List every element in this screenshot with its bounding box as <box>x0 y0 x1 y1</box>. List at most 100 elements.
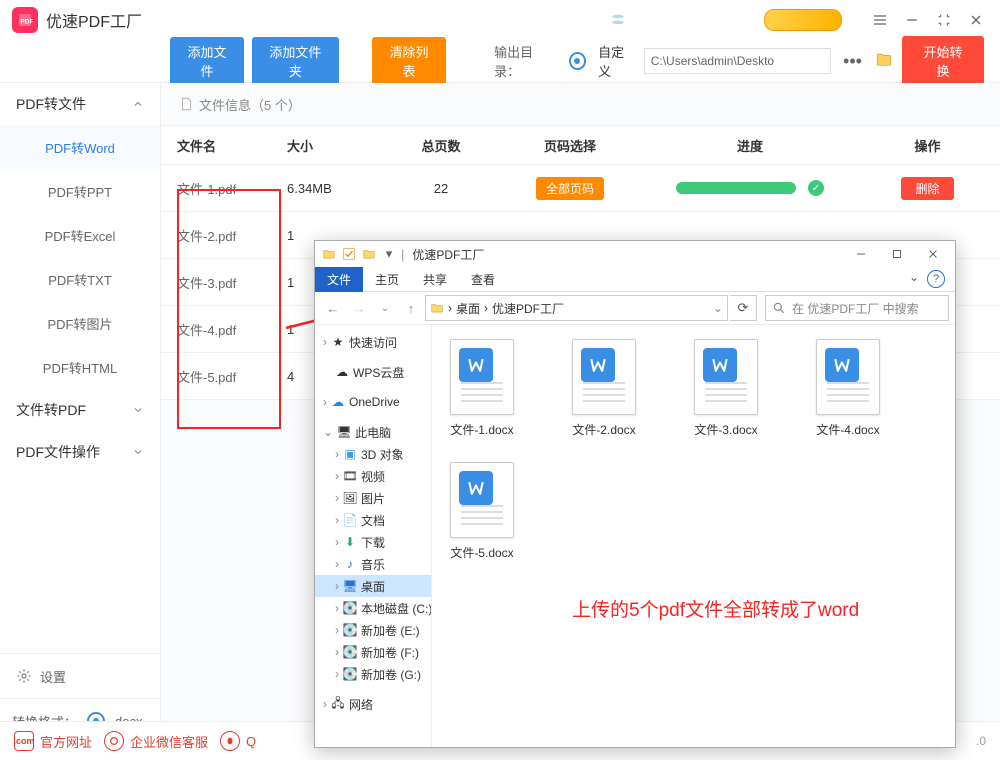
tree-music[interactable]: ›♪音乐 <box>315 553 431 575</box>
col-op: 操作 <box>855 136 1000 155</box>
video-icon: 🎞 <box>343 469 357 483</box>
tree-this-pc[interactable]: ⌄🖥此电脑 <box>315 421 431 443</box>
tab-file[interactable]: 文件 <box>315 267 363 292</box>
explorer-ribbon-tabs: 文件 主页 共享 查看 ⌄ ? <box>315 267 955 292</box>
progress-bar <box>676 182 796 194</box>
word-icon <box>450 462 514 538</box>
tab-share[interactable]: 共享 <box>411 267 459 292</box>
drive-icon: 💽 <box>343 623 357 637</box>
file-item[interactable]: 文件-4.docx <box>808 339 888 438</box>
sidebar-item-pdf-to-excel[interactable]: PDF转Excel <box>0 213 160 257</box>
file-item[interactable]: 文件-5.docx <box>442 462 522 561</box>
table-header: 文件名 大小 总页数 页码选择 进度 操作 <box>161 125 1000 165</box>
user-badge[interactable] <box>764 9 842 31</box>
explorer-window: ▾ | 优速PDF工厂 文件 主页 共享 查看 ⌄ ? ← → ⌄ ↑ › <box>314 240 956 748</box>
tab-view[interactable]: 查看 <box>459 267 507 292</box>
chevron-up-icon <box>132 98 144 110</box>
chevron-down-icon <box>132 446 144 458</box>
minimize-icon[interactable] <box>900 8 924 32</box>
tree-vol-f[interactable]: ›💽新加卷 (F:) <box>315 641 431 663</box>
sidebar-settings[interactable]: 设置 <box>0 653 160 698</box>
custom-radio[interactable] <box>569 52 586 70</box>
explorer-maximize-icon[interactable] <box>881 243 913 265</box>
col-pagesel: 页码选择 <box>495 136 645 155</box>
ribbon-expand-icon[interactable]: ⌄ <box>909 270 919 288</box>
network-icon: 🖧 <box>331 697 345 711</box>
file-item[interactable]: 文件-2.docx <box>564 339 644 438</box>
breadcrumb-dropdown-icon[interactable]: ⌄ <box>713 301 723 315</box>
add-file-button[interactable]: 添加文件 <box>170 37 244 85</box>
tree-videos[interactable]: ›🎞视频 <box>315 465 431 487</box>
help-icon[interactable]: ? <box>927 270 945 288</box>
sidebar-group-pdf-to-file[interactable]: PDF转文件 <box>0 83 160 125</box>
refresh-icon[interactable]: ⟳ <box>730 295 757 321</box>
footer-wecom[interactable]: 企业微信客服 <box>104 731 208 751</box>
folder-icon <box>430 301 444 315</box>
explorer-close-icon[interactable] <box>917 243 949 265</box>
tree-pictures[interactable]: ›🖼图片 <box>315 487 431 509</box>
download-icon: ⬇ <box>343 535 357 549</box>
file-item[interactable]: 文件-3.docx <box>686 339 766 438</box>
tree-onedrive[interactable]: ›☁OneDrive <box>315 391 431 413</box>
title-bar: PDF 优速PDF工厂 <box>0 0 1000 40</box>
nav-forward-icon[interactable]: → <box>347 296 371 320</box>
col-pages: 总页数 <box>387 136 495 155</box>
music-icon: ♪ <box>343 557 357 571</box>
output-path-input[interactable] <box>644 48 831 74</box>
explorer-search-input[interactable]: 在 优速PDF工厂 中搜索 <box>765 295 949 321</box>
tree-desktop[interactable]: ›🖥桌面 <box>315 575 431 597</box>
svg-text:PDF: PDF <box>20 18 33 25</box>
start-convert-button[interactable]: 开始转换 <box>902 36 984 86</box>
tree-network[interactable]: ›🖧网络 <box>315 693 431 715</box>
page-all-badge[interactable]: 全部页码 <box>536 177 604 200</box>
tree-docs[interactable]: ›📄文档 <box>315 509 431 531</box>
gear-icon <box>16 668 32 684</box>
checkbox-icon[interactable] <box>341 246 357 262</box>
explorer-nav: ← → ⌄ ↑ › 桌面 › 优速PDF工厂 ⌄ ⟳ 在 优速PDF工厂 中搜索 <box>315 292 955 325</box>
folder-small-icon <box>361 246 377 262</box>
sidebar-group-file-to-pdf[interactable]: 文件转PDF <box>0 389 160 431</box>
breadcrumb[interactable]: › 桌面 › 优速PDF工厂 ⌄ <box>425 295 728 321</box>
file-info-bar: 文件信息（5 个） <box>161 83 1000 125</box>
drive-icon: 💽 <box>343 667 357 681</box>
footer-qq[interactable]: Q <box>220 731 256 751</box>
file-item[interactable]: 文件-1.docx <box>442 339 522 438</box>
tree-wps[interactable]: ☁WPS云盘 <box>315 361 431 383</box>
nav-back-icon[interactable]: ← <box>321 296 345 320</box>
tree-quick-access[interactable]: ›★快速访问 <box>315 331 431 353</box>
tree-vol-g[interactable]: ›💽新加卷 (G:) <box>315 663 431 685</box>
nav-recent-icon[interactable]: ⌄ <box>373 296 397 320</box>
pc-icon: 🖥 <box>337 425 351 439</box>
clear-list-button[interactable]: 清除列表 <box>372 37 446 85</box>
tree-vol-e[interactable]: ›💽新加卷 (E:) <box>315 619 431 641</box>
sidebar-item-pdf-to-image[interactable]: PDF转图片 <box>0 301 160 345</box>
more-path-icon[interactable]: ••• <box>839 51 866 72</box>
maximize-icon[interactable] <box>932 8 956 32</box>
word-icon <box>816 339 880 415</box>
tab-home[interactable]: 主页 <box>363 267 411 292</box>
sidebar-group-pdf-ops[interactable]: PDF文件操作 <box>0 431 160 473</box>
sidebar-item-pdf-to-word[interactable]: PDF转Word <box>0 125 160 169</box>
footer-site[interactable]: .com 官方网址 <box>14 731 92 751</box>
folder-icon <box>321 246 337 262</box>
sidebar-item-pdf-to-ppt[interactable]: PDF转PPT <box>0 169 160 213</box>
app-logo-icon: PDF <box>12 7 38 33</box>
nav-up-icon[interactable]: ↑ <box>399 296 423 320</box>
avatar-icon[interactable] <box>604 12 632 28</box>
tree-local-c[interactable]: ›💽本地磁盘 (C:) <box>315 597 431 619</box>
sidebar-item-pdf-to-html[interactable]: PDF转HTML <box>0 345 160 389</box>
explorer-file-pane[interactable]: 文件-1.docx 文件-2.docx 文件-3.docx 文件-4.docx … <box>432 325 955 747</box>
cloud-icon: ☁ <box>331 395 345 409</box>
tree-downloads[interactable]: ›⬇下载 <box>315 531 431 553</box>
sidebar-item-pdf-to-txt[interactable]: PDF转TXT <box>0 257 160 301</box>
explorer-minimize-icon[interactable] <box>845 243 877 265</box>
explorer-title: 优速PDF工厂 <box>412 246 484 263</box>
close-icon[interactable] <box>964 8 988 32</box>
annotation-text: 上传的5个pdf文件全部转成了word <box>572 595 859 622</box>
open-folder-icon[interactable] <box>874 51 894 72</box>
tree-3d[interactable]: ›▣3D 对象 <box>315 443 431 465</box>
delete-button[interactable]: 删除 <box>901 177 953 200</box>
menu-icon[interactable] <box>868 8 892 32</box>
word-icon <box>694 339 758 415</box>
add-folder-button[interactable]: 添加文件夹 <box>252 37 339 85</box>
